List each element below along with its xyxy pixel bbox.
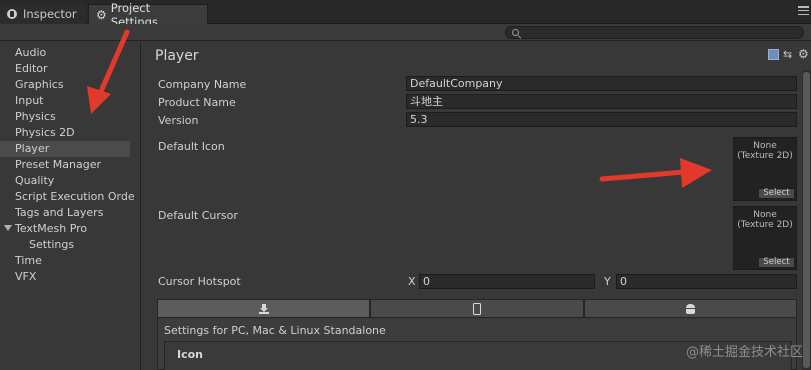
- hotspot-y-label: Y: [604, 275, 611, 288]
- player-settings-panel: Player ⇆ ⚙ Company Name DefaultCompany P…: [142, 42, 811, 370]
- header-icons: ⇆ ⚙: [768, 48, 809, 60]
- tab-inspector-label: Inspector: [23, 7, 77, 21]
- window-menu-icon[interactable]: [798, 6, 809, 16]
- settings-gear-icon[interactable]: ⚙: [798, 48, 809, 60]
- hotspot-x-field[interactable]: 0: [419, 274, 595, 289]
- sidebar-item-label: Audio: [15, 46, 47, 59]
- sidebar-item-label: Time: [15, 254, 42, 267]
- sidebar-item-label: Physics: [15, 110, 56, 123]
- default-cursor-label: Default Cursor: [158, 209, 238, 222]
- default-cursor-select-button[interactable]: Select: [758, 257, 795, 268]
- sidebar-item-label: Input: [15, 94, 44, 107]
- sidebar-item-label: Player: [15, 142, 50, 155]
- preset-icon[interactable]: ⇆: [783, 49, 794, 60]
- vertical-scrollbar[interactable]: [802, 70, 811, 370]
- texture-type-text: (Texture 2D): [737, 220, 793, 230]
- search-icon: [512, 29, 519, 36]
- sidebar-item-physics-2d[interactable]: Physics 2D: [0, 125, 140, 141]
- icon-section-header[interactable]: Icon: [177, 348, 203, 361]
- version-label: Version: [158, 114, 199, 127]
- sidebar-item-vfx[interactable]: VFX: [0, 269, 140, 285]
- product-name-field[interactable]: 斗地主: [406, 94, 797, 109]
- product-name-label: Product Name: [158, 96, 236, 109]
- info-icon: [7, 9, 17, 19]
- android-icon: [685, 303, 695, 314]
- help-book-icon[interactable]: [768, 49, 779, 60]
- sidebar-item-graphics[interactable]: Graphics: [0, 77, 140, 93]
- version-field[interactable]: 5.3: [406, 112, 797, 127]
- default-icon-label: Default Icon: [158, 140, 225, 153]
- phone-icon: [472, 302, 481, 315]
- sidebar-item-label: Script Execution Orde: [15, 190, 135, 203]
- gear-icon: ⚙: [96, 7, 107, 22]
- sidebar-item-tags-and-layers[interactable]: Tags and Layers: [0, 205, 140, 221]
- tab-ios[interactable]: [370, 299, 584, 318]
- texture-none-text: None: [753, 210, 777, 220]
- sidebar-item-label: Editor: [15, 62, 48, 75]
- texture-type-text: (Texture 2D): [737, 151, 793, 161]
- tab-android[interactable]: [583, 299, 797, 318]
- hotspot-x-label: X: [408, 275, 416, 288]
- search-input[interactable]: [505, 26, 804, 39]
- sidebar-item-script-execution-order[interactable]: Script Execution Orde: [0, 189, 140, 205]
- sidebar-item-preset-manager[interactable]: Preset Manager: [0, 157, 140, 173]
- platform-tabs: [157, 299, 797, 318]
- sidebar-item-label: Physics 2D: [15, 126, 75, 139]
- sidebar-item-player[interactable]: Player: [0, 141, 130, 157]
- tab-bar: Inspector ⚙ Project Settings: [0, 0, 811, 29]
- sidebar-item-label: Graphics: [15, 78, 64, 91]
- default-cursor-texture-slot[interactable]: None (Texture 2D) Select: [733, 206, 797, 270]
- sidebar-item-time[interactable]: Time: [0, 253, 140, 269]
- default-icon-select-button[interactable]: Select: [758, 188, 795, 199]
- default-icon-texture-slot[interactable]: None (Texture 2D) Select: [733, 137, 797, 201]
- settings-sidebar: Audio Editor Graphics Input Physics Phys…: [0, 42, 141, 370]
- texture-none-text: None: [753, 141, 777, 151]
- hotspot-y-field[interactable]: 0: [616, 274, 797, 289]
- platform-settings-title: Settings for PC, Mac & Linux Standalone: [164, 324, 386, 337]
- sidebar-item-label: VFX: [15, 270, 37, 283]
- sidebar-item-label: Quality: [15, 174, 55, 187]
- sidebar-item-input[interactable]: Input: [0, 93, 140, 109]
- sidebar-item-physics[interactable]: Physics: [0, 109, 140, 125]
- page-title: Player: [155, 48, 199, 64]
- tab-inspector[interactable]: Inspector: [0, 4, 86, 24]
- company-name-label: Company Name: [158, 78, 247, 91]
- download-icon: [258, 303, 269, 314]
- sidebar-item-textmesh-pro[interactable]: TextMesh Pro: [0, 221, 140, 237]
- foldout-arrow-icon[interactable]: [4, 225, 12, 231]
- sidebar-item-label: Preset Manager: [15, 158, 102, 171]
- tab-project-settings[interactable]: ⚙ Project Settings: [88, 1, 208, 29]
- sidebar-item-quality[interactable]: Quality: [0, 173, 140, 189]
- scrollbar-thumb[interactable]: [803, 72, 810, 368]
- sidebar-item-label: Tags and Layers: [15, 206, 104, 219]
- sidebar-item-label: TextMesh Pro: [15, 222, 88, 235]
- search-row: [0, 24, 811, 41]
- cursor-hotspot-label: Cursor Hotspot: [158, 275, 241, 288]
- watermark: @稀土掘金技术社区: [685, 345, 803, 360]
- company-name-field[interactable]: DefaultCompany: [406, 76, 797, 91]
- sidebar-item-audio[interactable]: Audio: [0, 45, 140, 61]
- tab-standalone[interactable]: [157, 299, 371, 318]
- sidebar-item-textmesh-settings[interactable]: Settings: [0, 237, 140, 253]
- sidebar-item-label: Settings: [29, 238, 75, 251]
- sidebar-item-editor[interactable]: Editor: [0, 61, 140, 77]
